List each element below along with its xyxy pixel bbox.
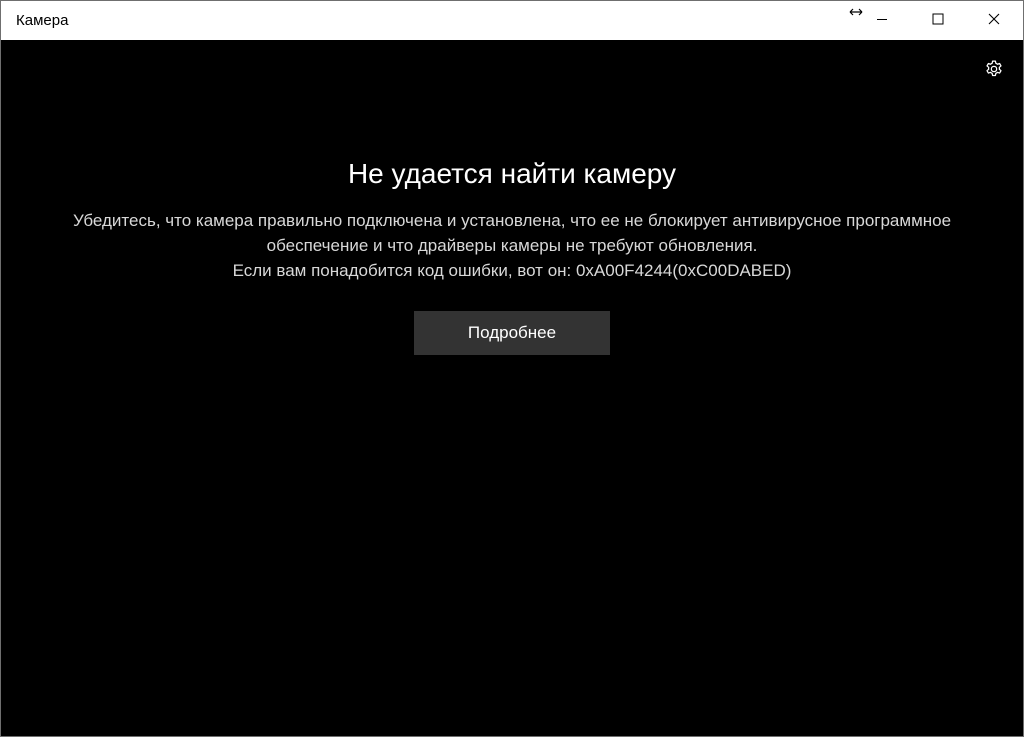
title-bar[interactable]: Камера — [1, 1, 1023, 40]
error-code-line: Если вам понадобится код ошибки, вот он:… — [232, 261, 792, 280]
settings-button[interactable] — [980, 57, 1008, 85]
maximize-button[interactable] — [915, 1, 961, 40]
minimize-button[interactable] — [859, 1, 905, 40]
error-description-line: Убедитесь, что камера правильно подключе… — [72, 211, 952, 230]
close-button[interactable] — [971, 1, 1017, 40]
error-description-line: обеспечение и что драйверы камеры не тре… — [266, 236, 758, 255]
maximize-icon — [932, 12, 944, 30]
close-icon — [988, 12, 1000, 30]
gear-icon — [984, 59, 1004, 84]
minimize-icon — [876, 12, 888, 30]
camera-app-window: Камера Не удается найти камеру Убедитесь… — [0, 0, 1024, 737]
error-description: Убедитесь, что камера правильно подключе… — [21, 208, 1003, 283]
details-button[interactable]: Подробнее — [414, 311, 610, 355]
app-title: Камера — [16, 12, 69, 29]
error-title: Не удается найти камеру — [347, 158, 677, 189]
camera-content-area: Не удается найти камеру Убедитесь, что к… — [1, 40, 1023, 736]
